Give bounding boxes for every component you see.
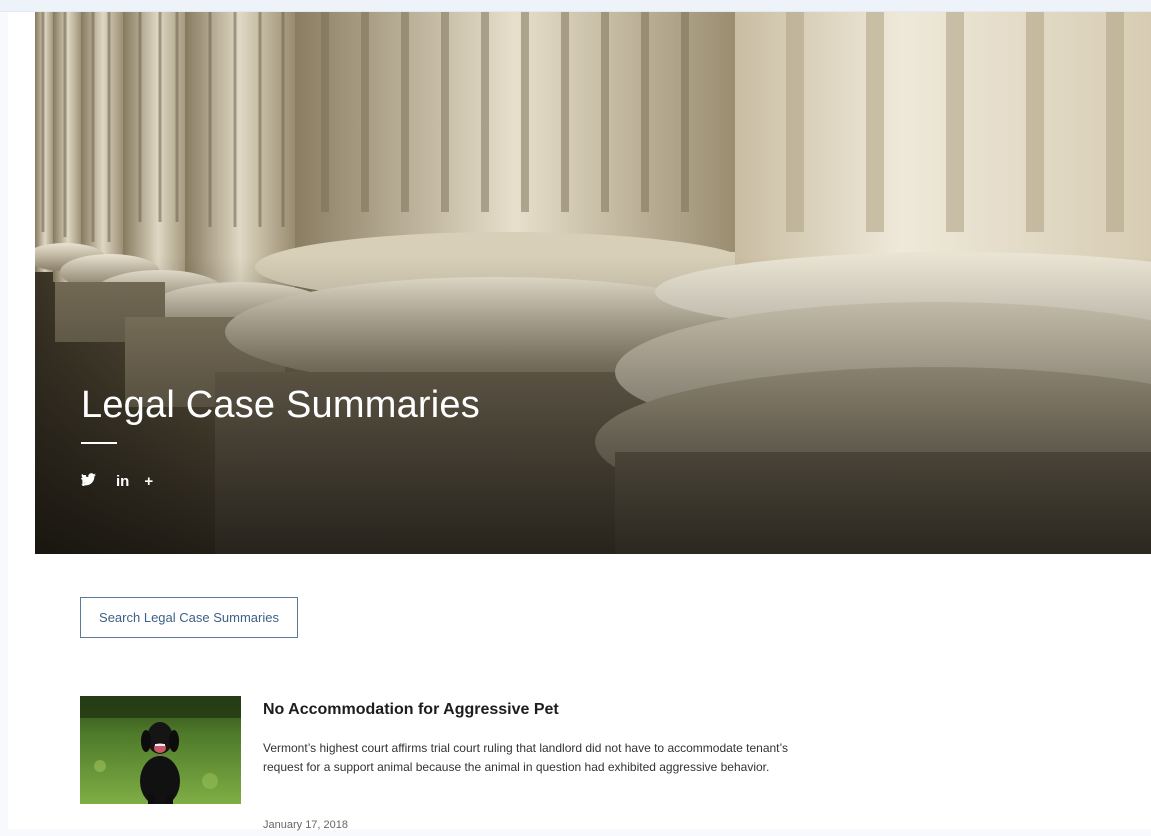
- list-item: No Accommodation for Aggressive Pet Verm…: [80, 696, 1080, 836]
- article-date: January 17, 2018: [263, 819, 349, 831]
- hero-banner: Legal Case Summaries f in +: [35, 12, 1151, 554]
- page: Legal Case Summaries f in + Search Legal…: [8, 12, 1151, 831]
- social-share-bar: f in +: [81, 473, 153, 491]
- article-title[interactable]: No Accommodation for Aggressive Pet: [263, 701, 559, 719]
- black-dog-on-grass-photo: [80, 696, 241, 804]
- title-underline: [81, 442, 117, 444]
- search-legal-case-summaries-button[interactable]: Search Legal Case Summaries: [80, 597, 298, 638]
- browser-top-strip: [0, 0, 1151, 12]
- article-thumbnail[interactable]: [80, 696, 241, 804]
- linkedin-icon[interactable]: in: [116, 473, 129, 491]
- page-title: Legal Case Summaries: [81, 384, 480, 426]
- share-plus-icon[interactable]: +: [144, 473, 153, 491]
- hero-overlay: [35, 12, 1151, 554]
- article-summary: Vermont’s highest court affirms trial co…: [263, 741, 788, 774]
